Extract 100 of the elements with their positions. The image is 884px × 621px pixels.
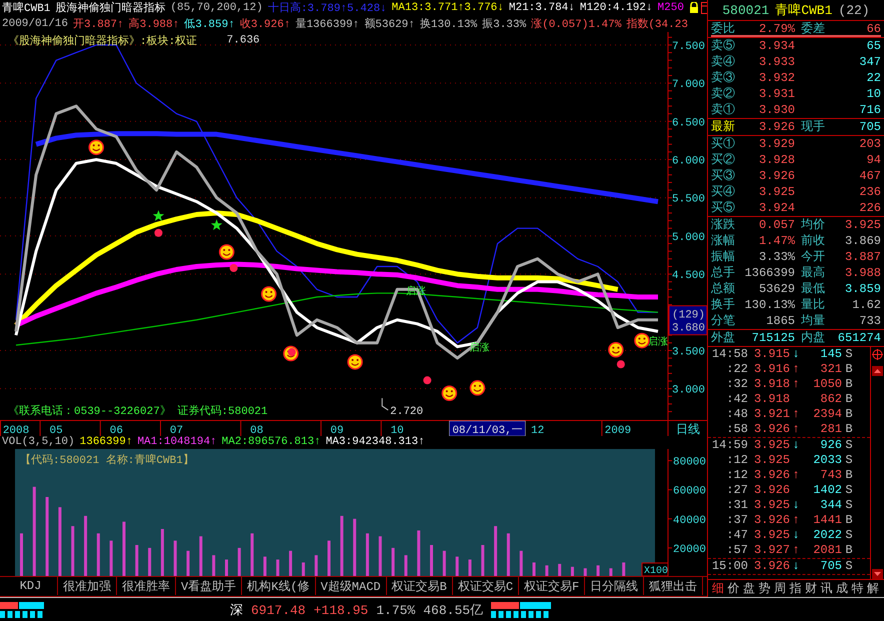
trade-volume: 705 <box>819 559 842 574</box>
ask-price: 3.933 <box>758 54 795 70</box>
ask-label: 卖② <box>711 86 736 102</box>
stock-name: 青啤CWB1 <box>775 2 832 19</box>
trade-price: 3.926 <box>752 513 790 528</box>
trade-side: S <box>844 498 854 513</box>
panel-tab[interactable]: 盘 <box>741 582 756 596</box>
stock-count: (22) <box>838 2 870 18</box>
lock-icon[interactable] <box>688 2 699 14</box>
signal-label: 启涨 <box>469 344 490 355</box>
stat-value: 0.057 <box>758 217 795 233</box>
quote-value: 2.79% <box>739 21 795 37</box>
ask-label: 卖⑤ <box>711 38 736 54</box>
panel-tab[interactable]: 势 <box>756 582 772 596</box>
stat-label: 涨跌 <box>711 217 736 233</box>
trade-time: :48 <box>725 407 748 422</box>
trade-arrow: ↑ <box>791 468 801 483</box>
ask-volume: 10 <box>866 86 881 102</box>
panel-tab[interactable]: 成 <box>834 582 850 596</box>
quote-value: 3.926 <box>758 119 795 135</box>
trade-price: 3.918 <box>752 392 790 407</box>
trade-volume: 344 <box>819 498 842 513</box>
quote-field: 量1366399↑ <box>295 16 360 32</box>
quote-label: 委差 <box>795 21 835 37</box>
bid-price: 3.925 <box>758 184 795 200</box>
indicator-value: M250 <box>658 2 684 14</box>
quote-value: 651274 <box>836 330 881 346</box>
trade-side: S <box>844 438 854 453</box>
exchange-label: 深 <box>230 602 243 619</box>
trade-time: 14:58 <box>710 347 748 362</box>
volume-legend: MA2:896576.813↑ <box>222 436 321 448</box>
indicator-value: M120:4.192↓ <box>580 2 653 14</box>
volume-legend: MA3:942348.313↑ <box>326 436 425 448</box>
scroll-up-icon[interactable] <box>872 366 883 376</box>
index-change: +118.95 <box>314 602 368 618</box>
low-price-label: 2.720 <box>390 406 424 418</box>
trade-volume: 1050 <box>812 377 842 392</box>
date-axis-label: 10 <box>390 424 404 436</box>
indicator-value: 十日高:3.789↑5.428↓ <box>268 0 387 16</box>
trade-side: S <box>844 347 854 362</box>
panel-tab[interactable]: 财 <box>803 582 818 596</box>
trade-volume: 2081 <box>812 543 842 558</box>
trade-time: :58 <box>725 422 748 437</box>
quote-date: 2009/01/16 <box>2 18 68 30</box>
stat-value: 53629 <box>758 281 795 297</box>
bid-volume: 203 <box>858 136 881 152</box>
trade-volume: 926 <box>819 438 842 453</box>
trade-time: :37 <box>725 513 748 528</box>
volume-axis-label: 20000 <box>673 543 706 556</box>
trade-price: 3.925 <box>752 498 790 513</box>
panel-tab[interactable]: 细 <box>710 582 726 596</box>
date-axis-label: 07 <box>170 424 184 436</box>
ask-label: 卖③ <box>711 70 736 86</box>
panel-tab[interactable]: 周 <box>772 582 788 596</box>
volume-axis-label: 80000 <box>673 456 706 468</box>
trade-price: 3.926 <box>752 559 790 574</box>
bid-label: 买① <box>711 136 736 152</box>
panel-tab[interactable]: 价 <box>726 582 741 596</box>
volume-legend: MA1:1048194↑ <box>137 436 217 448</box>
ask-volume: 347 <box>858 54 881 70</box>
trade-side: B <box>844 392 854 407</box>
stat-value: 733 <box>858 313 881 329</box>
unit-label: X100 <box>642 562 668 576</box>
stat-label: 量比 <box>800 297 826 313</box>
scroll-down-icon[interactable] <box>872 569 883 579</box>
stat-value: 3.33% <box>758 249 795 265</box>
trade-arrow: ↓ <box>791 559 801 574</box>
trade-price: 3.926 <box>752 422 790 437</box>
bid-volume: 226 <box>858 200 881 216</box>
panel-tab[interactable]: 解 <box>865 582 880 596</box>
cursor-date-label: 08/11/03,一 <box>449 420 526 436</box>
ask-label: 卖④ <box>711 54 736 70</box>
trade-time: :42 <box>725 392 748 407</box>
trade-arrow: ↓ <box>791 498 801 513</box>
security-name: 青啤CWB1 <box>2 0 50 16</box>
price-axis-label: 5.500 <box>672 194 706 206</box>
date-axis-label: 05 <box>50 424 63 436</box>
date-axis-label: 09 <box>330 424 344 436</box>
trade-side: S <box>844 528 854 543</box>
quote-value: 66 <box>835 21 881 37</box>
crosshair-icon[interactable] <box>872 349 883 360</box>
panel-tab[interactable]: 讯 <box>818 582 834 596</box>
quote-field: 振3.33% <box>482 16 526 32</box>
panel-tab[interactable]: 指 <box>788 582 803 596</box>
trade-volume: 1441 <box>812 513 842 528</box>
ask-volume: 716 <box>858 102 881 118</box>
bid-price: 3.928 <box>758 152 795 168</box>
trade-side: B <box>844 543 854 558</box>
quote-field: 换130.13% <box>420 16 478 32</box>
quote-value: 715125 <box>750 330 795 346</box>
stat-label: 最低 <box>800 281 826 297</box>
trade-time: :31 <box>725 498 748 513</box>
trade-side: B <box>844 362 854 377</box>
quote-field: 额53629↑ <box>364 16 415 32</box>
stat-value: 3.887 <box>844 249 881 265</box>
trade-arrow: ↑ <box>791 543 801 558</box>
trade-price: 3.927 <box>752 543 790 558</box>
y-axis-title: X100 <box>644 566 668 576</box>
panel-tab[interactable]: 特 <box>850 582 865 596</box>
trade-time: :22 <box>725 362 748 377</box>
